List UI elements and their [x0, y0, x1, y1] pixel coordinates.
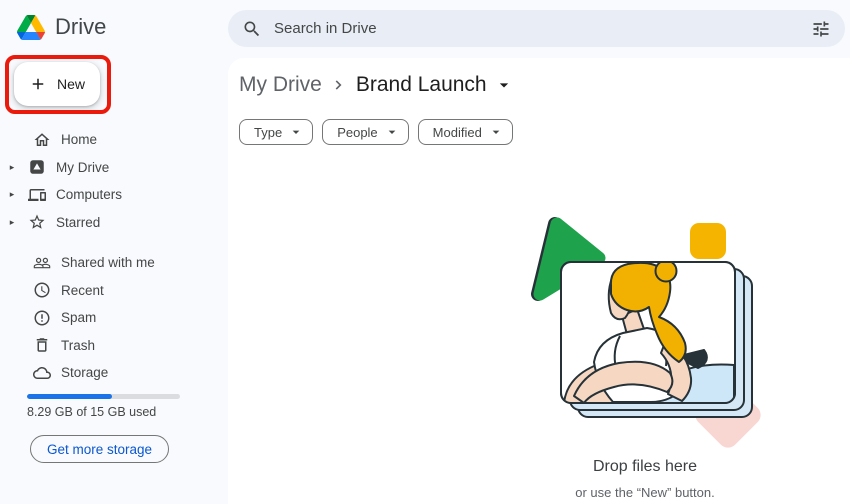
sidebar-item-label: Spam [61, 310, 97, 326]
get-more-storage-button[interactable]: Get more storage [30, 435, 169, 463]
clock-icon [34, 282, 50, 298]
chevron-down-icon [492, 130, 500, 134]
plus-icon [32, 78, 44, 90]
filter-chip-type[interactable]: Type [239, 119, 314, 145]
sidebar-nav-primary: Home My Drive Computers [0, 126, 228, 236]
filter-chips: Type People Modified [239, 119, 513, 145]
chevron-down-icon [292, 130, 300, 134]
sidebar: New Home My Drive [0, 55, 228, 504]
sidebar-item-recent[interactable]: Recent [0, 277, 228, 305]
shared-with-me-icon [33, 257, 51, 268]
search-options-tune-icon[interactable] [811, 19, 831, 39]
drop-files-subtitle: or use the “New” button. [575, 485, 715, 500]
storage-usage-text: 8.29 GB of 15 GB used [27, 405, 157, 419]
spam-icon [34, 310, 50, 326]
sidebar-item-label: Starred [56, 214, 101, 230]
sidebar-item-trash[interactable]: Trash [0, 332, 228, 360]
sidebar-item-storage[interactable]: Storage [0, 359, 228, 387]
filter-chip-modified[interactable]: Modified [417, 119, 513, 145]
home-icon [34, 133, 50, 146]
sidebar-item-label: Storage [61, 365, 109, 381]
trash-icon [36, 338, 48, 352]
sidebar-item-spam[interactable]: Spam [0, 304, 228, 332]
sidebar-item-label: Computers [56, 187, 123, 203]
my-drive-icon [30, 160, 44, 174]
main-content-card: My Drive Brand Launch Type People Modifi… [228, 58, 850, 504]
storage-progress-fill [27, 394, 112, 399]
sidebar-item-label: Home [61, 132, 98, 148]
chevron-down-icon [388, 130, 396, 134]
top-header: Drive [0, 0, 850, 58]
app-title: Drive [55, 14, 107, 39]
search-bar[interactable] [228, 10, 845, 47]
filter-chip-people[interactable]: People [322, 119, 409, 145]
new-button-label: New [56, 76, 85, 92]
search-icon [244, 21, 260, 36]
sidebar-item-my-drive[interactable]: My Drive [0, 154, 228, 182]
sidebar-item-label: Shared with me [61, 255, 155, 271]
google-drive-window: Drive New Home [0, 0, 850, 504]
chip-label: Modified [432, 124, 482, 140]
sidebar-item-shared-with-me[interactable]: Shared with me [0, 249, 228, 277]
breadcrumb: My Drive Brand Launch [239, 73, 514, 97]
breadcrumb-brand-launch[interactable]: Brand Launch [356, 73, 487, 97]
breadcrumb-my-drive[interactable]: My Drive [239, 73, 322, 97]
drop-files-title: Drop files here [592, 458, 698, 475]
sidebar-item-home[interactable]: Home [0, 126, 228, 154]
sidebar-item-label: Trash [61, 337, 96, 353]
sidebar-item-label: Recent [61, 282, 104, 298]
sidebar-item-starred[interactable]: Starred [0, 209, 228, 237]
cloud-icon [33, 366, 51, 379]
sidebar-item-computers[interactable]: Computers [0, 181, 228, 209]
new-button[interactable]: New [14, 62, 100, 106]
expand-arrow-icon[interactable] [5, 217, 19, 228]
search-input[interactable] [274, 20, 799, 37]
star-icon [29, 214, 45, 229]
drive-logo[interactable]: Drive [17, 14, 106, 40]
drive-triangle-icon [17, 14, 45, 40]
expand-arrow-icon[interactable] [5, 162, 19, 173]
storage-progress-bar [27, 394, 180, 399]
sidebar-item-label: My Drive [56, 159, 110, 175]
chevron-right-icon [335, 80, 342, 90]
chip-label: Type [254, 124, 283, 140]
sidebar-nav-secondary: Shared with me Recent Spam Trash Storage [0, 249, 228, 387]
folder-dropdown-caret-icon[interactable] [494, 75, 514, 95]
chip-label: People [337, 124, 378, 140]
computers-icon [28, 188, 46, 201]
drop-files-illustration [531, 217, 761, 448]
expand-arrow-icon[interactable] [5, 189, 19, 200]
